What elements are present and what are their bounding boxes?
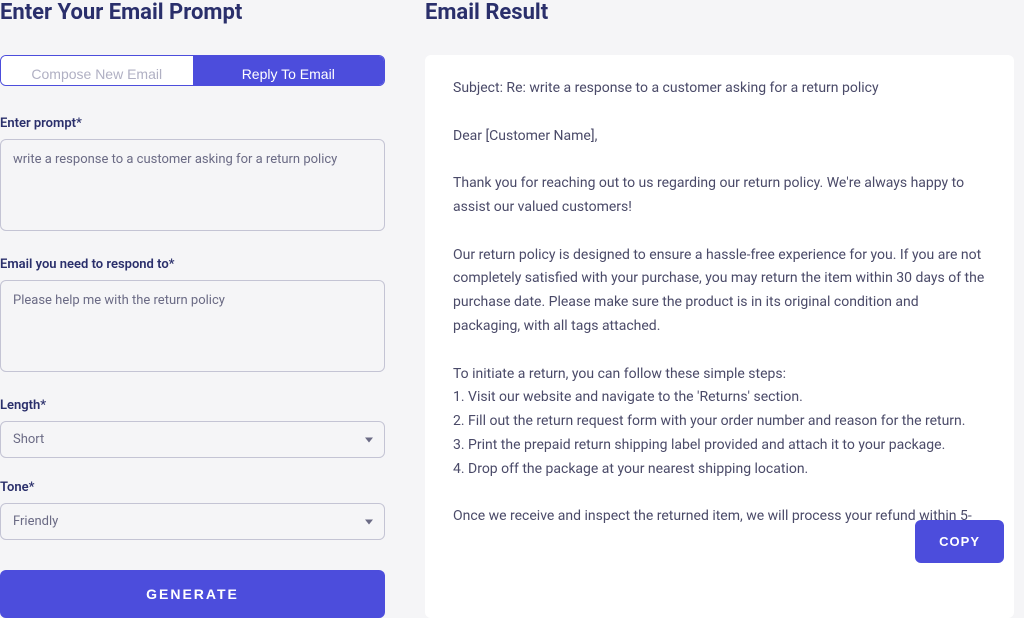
prompt-input[interactable] xyxy=(0,139,385,231)
tab-compose-new[interactable]: Compose New Email xyxy=(1,56,193,85)
respond-to-input[interactable] xyxy=(0,280,385,372)
input-title: Enter Your Email Prompt xyxy=(0,0,385,25)
length-label: Length* xyxy=(0,398,385,413)
input-panel: Enter Your Email Prompt Compose New Emai… xyxy=(0,0,385,618)
generate-button[interactable]: GENERATE xyxy=(0,570,385,618)
email-mode-tabs: Compose New Email Reply To Email xyxy=(0,55,385,86)
tone-label: Tone* xyxy=(0,480,385,495)
copy-button[interactable]: COPY xyxy=(915,520,1004,563)
tab-reply-to[interactable]: Reply To Email xyxy=(193,56,385,85)
tone-select[interactable]: Friendly xyxy=(0,503,385,540)
length-select[interactable]: Short xyxy=(0,421,385,458)
result-panel: Email Result Subject: Re: write a respon… xyxy=(425,0,1024,618)
respond-to-label: Email you need to respond to* xyxy=(0,257,385,272)
result-title: Email Result xyxy=(425,0,1014,25)
prompt-label: Enter prompt* xyxy=(0,116,385,131)
